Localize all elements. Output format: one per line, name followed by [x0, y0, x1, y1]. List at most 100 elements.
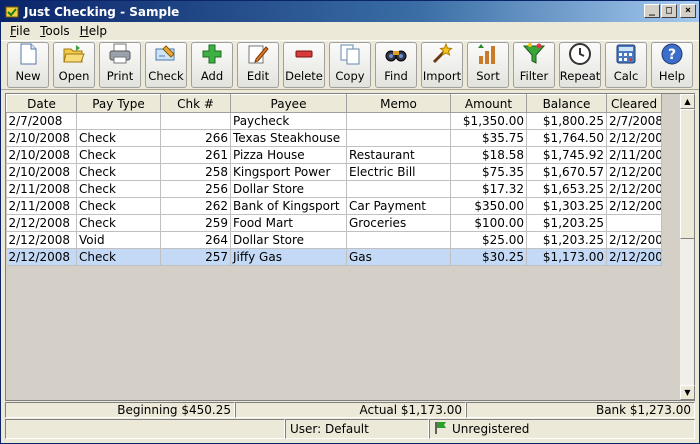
table-cell[interactable]: Kingsport Power: [230, 163, 347, 181]
table-cell[interactable]: [160, 112, 231, 130]
table-cell[interactable]: 256: [160, 180, 231, 198]
table-cell[interactable]: [346, 231, 451, 249]
table-cell[interactable]: 2/12/2008: [6, 248, 77, 266]
table-cell[interactable]: [606, 214, 662, 232]
table-cell[interactable]: $1,350.00: [450, 112, 527, 130]
table-cell[interactable]: $1,173.00: [526, 248, 607, 266]
table-row[interactable]: 2/12/2008 Check 257 Jiffy Gas Gas $30.25 $1,17…: [6, 248, 662, 266]
sort-button[interactable]: Sort: [467, 42, 509, 88]
table-cell[interactable]: 2/12/2008: [606, 231, 662, 249]
col-date[interactable]: Date: [6, 94, 77, 113]
table-cell[interactable]: $1,203.25: [526, 214, 607, 232]
table-cell[interactable]: $1,303.25: [526, 197, 607, 215]
table-cell[interactable]: Check: [76, 129, 161, 147]
table-cell[interactable]: $75.35: [450, 163, 527, 181]
table-cell[interactable]: Texas Steakhouse: [230, 129, 347, 147]
table-cell[interactable]: Bank of Kingsport: [230, 197, 347, 215]
table-cell[interactable]: Jiffy Gas: [230, 248, 347, 266]
col-check-number[interactable]: Chk #: [160, 94, 231, 113]
table-cell[interactable]: $1,670.57: [526, 163, 607, 181]
menu-help[interactable]: Help: [75, 22, 112, 40]
import-button[interactable]: Import: [421, 42, 463, 88]
check-button[interactable]: Check: [145, 42, 187, 88]
table-cell[interactable]: $1,745.92: [526, 146, 607, 164]
table-cell[interactable]: 2/7/2008: [606, 112, 662, 130]
delete-button[interactable]: Delete: [283, 42, 325, 88]
table-cell[interactable]: $100.00: [450, 214, 527, 232]
table-cell[interactable]: 266: [160, 129, 231, 147]
print-button[interactable]: Print: [99, 42, 141, 88]
scroll-down-arrow-icon[interactable]: ▼: [680, 385, 695, 400]
table-cell[interactable]: 2/12/2008: [6, 231, 77, 249]
table-row[interactable]: 2/10/2008 Check 266 Texas Steakhouse $35.75 $…: [6, 129, 662, 147]
table-cell[interactable]: $1,800.25: [526, 112, 607, 130]
table-cell[interactable]: [346, 180, 451, 198]
table-cell[interactable]: 264: [160, 231, 231, 249]
table-cell[interactable]: 2/11/2008: [6, 180, 77, 198]
table-cell[interactable]: 2/11/2008: [6, 197, 77, 215]
table-cell[interactable]: $1,653.25: [526, 180, 607, 198]
table-cell[interactable]: $1,203.25: [526, 231, 607, 249]
calc-button[interactable]: Calc: [605, 42, 647, 88]
table-cell[interactable]: 2/12/2008: [606, 197, 662, 215]
table-row[interactable]: 2/11/2008 Check 262 Bank of Kingsport Car Pa…: [6, 197, 662, 215]
repeat-button[interactable]: Repeat: [559, 42, 601, 88]
table-cell[interactable]: 258: [160, 163, 231, 181]
table-cell[interactable]: $1,764.50: [526, 129, 607, 147]
table-row[interactable]: 2/11/2008 Check 256 Dollar Store $17.32 $1,65…: [6, 180, 662, 198]
table-row[interactable]: 2/12/2008 Void 264 Dollar Store $25.00 $1,203…: [6, 231, 662, 249]
new-button[interactable]: New: [7, 42, 49, 88]
table-cell[interactable]: $30.25: [450, 248, 527, 266]
table-cell[interactable]: Check: [76, 146, 161, 164]
scroll-up-arrow-icon[interactable]: ▲: [680, 94, 695, 109]
table-cell[interactable]: $35.75: [450, 129, 527, 147]
table-cell[interactable]: 2/10/2008: [6, 146, 77, 164]
table-cell[interactable]: [76, 112, 161, 130]
col-payee[interactable]: Payee: [230, 94, 347, 113]
table-cell[interactable]: [346, 112, 451, 130]
maximize-button[interactable]: □: [661, 4, 677, 18]
table-row[interactable]: 2/10/2008 Check 258 Kingsport Power Electric…: [6, 163, 662, 181]
col-pay-type[interactable]: Pay Type: [76, 94, 161, 113]
table-cell[interactable]: $25.00: [450, 231, 527, 249]
copy-button[interactable]: Copy: [329, 42, 371, 88]
table-cell[interactable]: Void: [76, 231, 161, 249]
table-cell[interactable]: Check: [76, 180, 161, 198]
table-cell[interactable]: Electric Bill: [346, 163, 451, 181]
table-cell[interactable]: [346, 129, 451, 147]
table-cell[interactable]: 262: [160, 197, 231, 215]
table-cell[interactable]: 2/12/2008: [6, 214, 77, 232]
add-button[interactable]: Add: [191, 42, 233, 88]
filter-button[interactable]: Filter: [513, 42, 555, 88]
col-memo[interactable]: Memo: [346, 94, 451, 113]
edit-button[interactable]: Edit: [237, 42, 279, 88]
col-cleared[interactable]: Cleared: [606, 94, 662, 113]
scroll-thumb[interactable]: [680, 109, 695, 239]
table-cell[interactable]: $350.00: [450, 197, 527, 215]
close-button[interactable]: ×: [680, 4, 696, 18]
table-cell[interactable]: Check: [76, 197, 161, 215]
table-cell[interactable]: Groceries: [346, 214, 451, 232]
table-row[interactable]: 2/12/2008 Check 259 Food Mart Groceries $100.…: [6, 214, 662, 232]
table-cell[interactable]: 2/12/2008: [606, 163, 662, 181]
table-row[interactable]: 2/10/2008 Check 261 Pizza House Restaurant $1…: [6, 146, 662, 164]
table-cell[interactable]: 257: [160, 248, 231, 266]
find-button[interactable]: Find: [375, 42, 417, 88]
table-cell[interactable]: Food Mart: [230, 214, 347, 232]
table-cell[interactable]: Dollar Store: [230, 231, 347, 249]
table-cell[interactable]: Gas: [346, 248, 451, 266]
col-balance[interactable]: Balance: [526, 94, 607, 113]
table-cell[interactable]: $18.58: [450, 146, 527, 164]
table-cell[interactable]: 2/10/2008: [6, 163, 77, 181]
table-cell[interactable]: Restaurant: [346, 146, 451, 164]
table-cell[interactable]: Check: [76, 163, 161, 181]
menu-file[interactable]: File: [5, 22, 35, 40]
minimize-button[interactable]: _: [644, 4, 660, 18]
table-cell[interactable]: 261: [160, 146, 231, 164]
table-cell[interactable]: Pizza House: [230, 146, 347, 164]
table-cell[interactable]: 2/7/2008: [6, 112, 77, 130]
vertical-scrollbar[interactable]: ▲ ▼: [679, 94, 695, 400]
open-button[interactable]: Open: [53, 42, 95, 88]
table-row[interactable]: 2/7/2008 Paycheck $1,350.00 $1,800.25 2/7/20…: [6, 112, 662, 130]
table-cell[interactable]: $17.32: [450, 180, 527, 198]
